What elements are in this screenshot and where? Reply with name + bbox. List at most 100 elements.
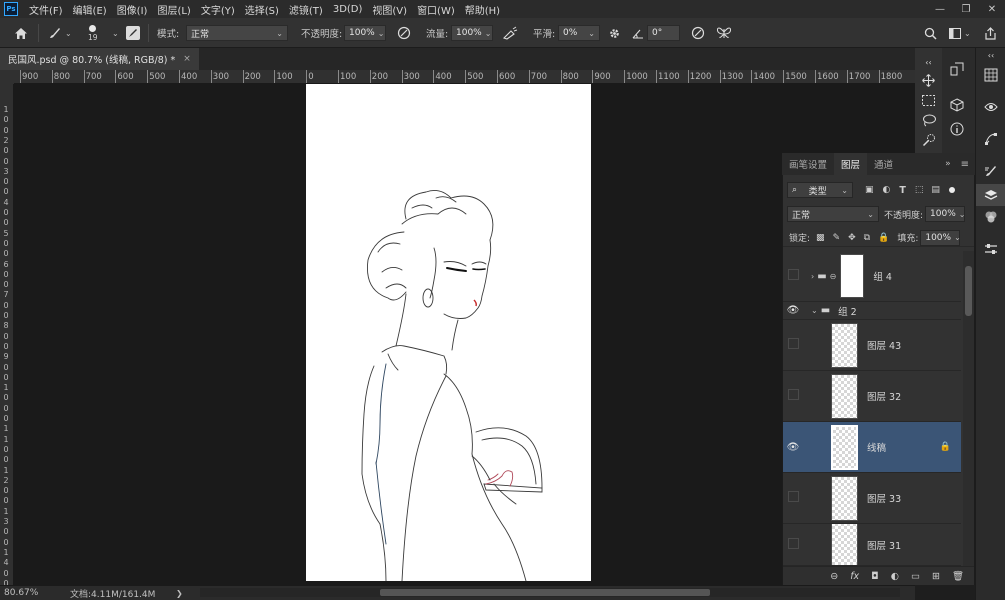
- filter-smart-object-icon[interactable]: ▤: [931, 185, 940, 195]
- status-menu-arrow-icon[interactable]: ❯: [176, 589, 183, 598]
- airbrush-icon[interactable]: [502, 18, 518, 48]
- zoom-level[interactable]: 80.67%: [4, 588, 64, 598]
- menu-window[interactable]: 窗口(W): [412, 2, 460, 17]
- brush-size-picker[interactable]: 19: [88, 18, 98, 48]
- menu-type[interactable]: 文字(Y): [196, 2, 240, 17]
- link-layers-icon[interactable]: ⊖: [830, 571, 838, 582]
- horizontal-scrollbar-thumb[interactable]: [380, 589, 710, 596]
- layer-row-43[interactable]: 图层 43: [783, 320, 961, 371]
- visibility-toggle[interactable]: [783, 491, 803, 505]
- new-layer-icon[interactable]: ⊞: [932, 571, 940, 582]
- restore-button[interactable]: ❐: [953, 0, 979, 18]
- layers-panel-icon[interactable]: [976, 184, 1005, 206]
- smoothing-input[interactable]: 0% ⌄: [558, 18, 600, 48]
- filter-adjustment-icon[interactable]: ◐: [883, 185, 891, 195]
- document-tab[interactable]: 民国风.psd @ 80.7% (线稿, RGB/8) * ×: [0, 48, 199, 70]
- fill-input[interactable]: 100% ⌄: [920, 229, 961, 246]
- menu-image[interactable]: 图像(I): [112, 2, 153, 17]
- menu-filter[interactable]: 滤镜(T): [284, 2, 328, 17]
- mode-select[interactable]: 正常 ⌄: [186, 18, 288, 48]
- lock-position-icon[interactable]: ✥: [848, 233, 856, 243]
- layer-row-group-4[interactable]: › ▬ ⊖ 组 4: [783, 251, 961, 302]
- add-mask-icon[interactable]: ◘: [871, 571, 879, 582]
- brush-angle-input[interactable]: 0°: [647, 18, 680, 48]
- menu-file[interactable]: 文件(F): [24, 2, 68, 17]
- channels-panel-icon[interactable]: [976, 206, 1005, 228]
- search-icon[interactable]: [924, 18, 937, 48]
- lock-transparency-icon[interactable]: ▩: [816, 233, 825, 243]
- filter-shape-icon[interactable]: ⬚: [915, 185, 924, 195]
- trash-icon[interactable]: 🗑: [952, 571, 964, 582]
- chevron-down-icon[interactable]: ⌄: [811, 306, 818, 315]
- lasso-tool-icon[interactable]: [915, 110, 942, 130]
- brush-settings-panel-toggle[interactable]: [126, 18, 140, 48]
- quick-selection-tool-icon[interactable]: [915, 130, 942, 150]
- flow-input[interactable]: 100% ⌄: [451, 18, 493, 48]
- layer-filter-select[interactable]: ⌕ 类型 ⌄: [787, 182, 853, 198]
- marquee-tool-icon[interactable]: [915, 90, 942, 110]
- panel-menu-icon[interactable]: ≡: [955, 153, 975, 175]
- eye-icon[interactable]: 👁: [783, 305, 803, 316]
- home-icon[interactable]: [14, 18, 28, 48]
- brush-size-dropdown[interactable]: ⌄: [109, 18, 119, 48]
- eye-icon[interactable]: 👁: [783, 442, 803, 453]
- info-panel-icon[interactable]: [948, 120, 966, 138]
- menu-edit[interactable]: 编辑(E): [68, 2, 112, 17]
- layer-opacity-input[interactable]: 100% ⌄: [925, 206, 965, 222]
- 3d-panel-icon[interactable]: [948, 96, 966, 114]
- collapse-panel-icon[interactable]: ‹‹: [915, 52, 942, 72]
- visibility-toggle[interactable]: [783, 269, 803, 283]
- history-panel-icon[interactable]: [948, 60, 966, 78]
- share-icon[interactable]: [984, 18, 997, 48]
- close-tab-icon[interactable]: ×: [183, 54, 191, 64]
- tab-brush-settings[interactable]: 画笔设置: [782, 153, 834, 175]
- photoshop-logo-icon[interactable]: Ps: [4, 2, 18, 16]
- expand-panel-icon[interactable]: »: [941, 153, 955, 175]
- layers-scrollbar-thumb[interactable]: [965, 266, 972, 316]
- opacity-input[interactable]: 100% ⌄: [344, 18, 386, 48]
- menu-3d[interactable]: 3D(D): [328, 4, 368, 15]
- menu-layer[interactable]: 图层(L): [152, 2, 195, 17]
- brush-tool-preset-picker[interactable]: ⌄: [48, 18, 72, 48]
- visibility-toggle[interactable]: [783, 338, 803, 352]
- workspace-switcher[interactable]: ⌄: [949, 18, 971, 48]
- menu-select[interactable]: 选择(S): [240, 2, 284, 17]
- smoothing-options-gear-icon[interactable]: [608, 18, 621, 48]
- properties-panel-icon[interactable]: [976, 238, 1005, 260]
- layer-row-33[interactable]: 图层 33: [783, 473, 961, 524]
- minimize-button[interactable]: —: [927, 0, 953, 18]
- lock-all-icon[interactable]: 🔒: [878, 233, 889, 243]
- layer-row-group-2[interactable]: 👁 ⌄ ▬ 组 2: [783, 302, 961, 320]
- paths-panel-icon[interactable]: [976, 128, 1005, 150]
- filter-toggle-icon[interactable]: [948, 187, 955, 193]
- new-group-folder-icon[interactable]: ▭: [911, 571, 920, 582]
- symmetry-butterfly-icon[interactable]: [716, 18, 732, 48]
- visibility-toggle[interactable]: [783, 389, 803, 403]
- layer-row-lineart[interactable]: 👁 线稿 🔒: [783, 422, 961, 473]
- blend-mode-select[interactable]: 正常 ⌄: [787, 206, 879, 222]
- pressure-size-icon[interactable]: [691, 18, 705, 48]
- tab-layers[interactable]: 图层: [834, 153, 868, 175]
- filter-type-icon[interactable]: T: [899, 185, 905, 196]
- chevron-right-icon[interactable]: ›: [811, 272, 814, 281]
- ruler-origin[interactable]: [0, 70, 14, 84]
- collapse-panels-icon[interactable]: ‹‹: [976, 50, 1005, 60]
- fx-icon[interactable]: fx: [850, 571, 859, 582]
- visibility-toggle[interactable]: [783, 538, 803, 552]
- menu-view[interactable]: 视图(V): [367, 2, 412, 17]
- document-canvas[interactable]: [306, 84, 591, 581]
- layer-row-31[interactable]: 图层 31: [783, 524, 961, 566]
- menu-help[interactable]: 帮助(H): [460, 2, 505, 17]
- adjustment-layer-icon[interactable]: ◐: [891, 571, 899, 582]
- layer-row-32[interactable]: 图层 32: [783, 371, 961, 422]
- swatches-eye-icon[interactable]: [976, 96, 1005, 118]
- vertical-ruler[interactable]: 1002003004005006007008009001000110012001…: [0, 84, 14, 585]
- color-panel-icon[interactable]: [976, 64, 1005, 86]
- tab-channels[interactable]: 通道: [867, 153, 900, 175]
- pressure-opacity-icon[interactable]: [397, 18, 411, 48]
- close-window-button[interactable]: ✕: [979, 0, 1005, 18]
- lock-artboard-icon[interactable]: ⧉: [864, 233, 870, 243]
- horizontal-ruler[interactable]: 900 800 700 600 500 400 300 200 100 0 100 200 300 400…: [14, 70, 915, 84]
- brushes-panel-icon[interactable]: [976, 160, 1005, 182]
- move-tool-icon[interactable]: [915, 70, 942, 90]
